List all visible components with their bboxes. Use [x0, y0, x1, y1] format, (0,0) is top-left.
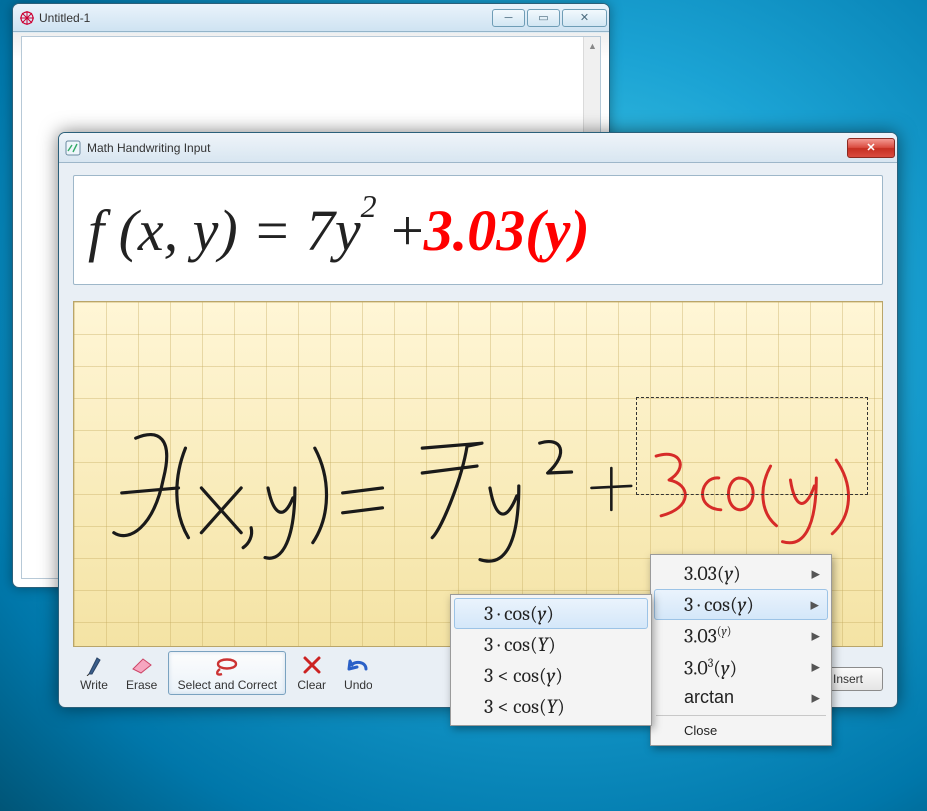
maximize-button[interactable]: ▭: [527, 9, 560, 27]
clear-button[interactable]: Clear: [290, 651, 333, 695]
app-icon: [19, 10, 35, 26]
eraser-icon: [129, 655, 155, 675]
minimize-button[interactable]: ─: [492, 9, 525, 27]
preview-text-red: 3.03(y): [424, 197, 590, 264]
scroll-up-icon[interactable]: ▲: [584, 37, 601, 54]
submenu-arrow-icon: ▶: [812, 629, 820, 642]
titlebar-front[interactable]: Math Handwriting Input ✕: [59, 133, 897, 163]
write-button[interactable]: Write: [73, 651, 115, 695]
pen-icon: [85, 654, 103, 676]
submenu-arrow-icon: ▶: [811, 598, 819, 611]
titlebar-back[interactable]: Untitled-1 ─ ▭ ✕: [13, 4, 609, 32]
correction-submenu[interactable]: 3 · cos(y) 3 · cos(Y) 3 < cos(y) 3 < cos…: [450, 594, 652, 726]
submenu-arrow-icon: ▶: [812, 691, 820, 704]
erase-button[interactable]: Erase: [119, 651, 164, 695]
menu-item[interactable]: 3 < cos(Y): [454, 691, 648, 722]
menu-item[interactable]: 3 · cos(y): [454, 598, 648, 629]
toolbar: Write Erase Select and Correct Clear Und…: [73, 649, 379, 695]
close-button[interactable]: ✕: [562, 9, 607, 27]
front-window-title: Math Handwriting Input: [87, 141, 845, 155]
clear-icon: [302, 655, 322, 675]
menu-close[interactable]: Close: [654, 719, 828, 742]
menu-item[interactable]: 3 · cos(Y): [454, 629, 648, 660]
submenu-arrow-icon: ▶: [812, 567, 820, 580]
menu-item[interactable]: 3 · cos(y)▶: [654, 589, 828, 620]
menu-separator: [656, 715, 826, 716]
preview-text-black: f (x, y) = 7y2 +: [88, 197, 424, 264]
math-input-icon: [65, 140, 81, 156]
selection-rectangle[interactable]: [636, 397, 868, 495]
recognition-preview: f (x, y) = 7y2 + 3.03(y): [73, 175, 883, 285]
menu-item[interactable]: 3.03(y)▶: [654, 652, 828, 684]
menu-item[interactable]: 3 < cos(y): [454, 660, 648, 691]
menu-item[interactable]: 3.03(y)▶: [654, 558, 828, 589]
lasso-icon: [212, 654, 242, 676]
select-and-correct-button[interactable]: Select and Correct: [168, 651, 286, 695]
close-button[interactable]: ✕: [847, 138, 895, 158]
undo-icon: [346, 655, 370, 675]
submenu-arrow-icon: ▶: [812, 661, 820, 674]
menu-item[interactable]: 3.03(y)▶: [654, 620, 828, 652]
back-window-title: Untitled-1: [39, 11, 490, 25]
undo-button[interactable]: Undo: [337, 651, 379, 695]
menu-item[interactable]: arctan▶: [654, 683, 828, 712]
correction-menu[interactable]: 3.03(y)▶ 3 · cos(y)▶ 3.03(y)▶ 3.03(y)▶ a…: [650, 554, 832, 746]
